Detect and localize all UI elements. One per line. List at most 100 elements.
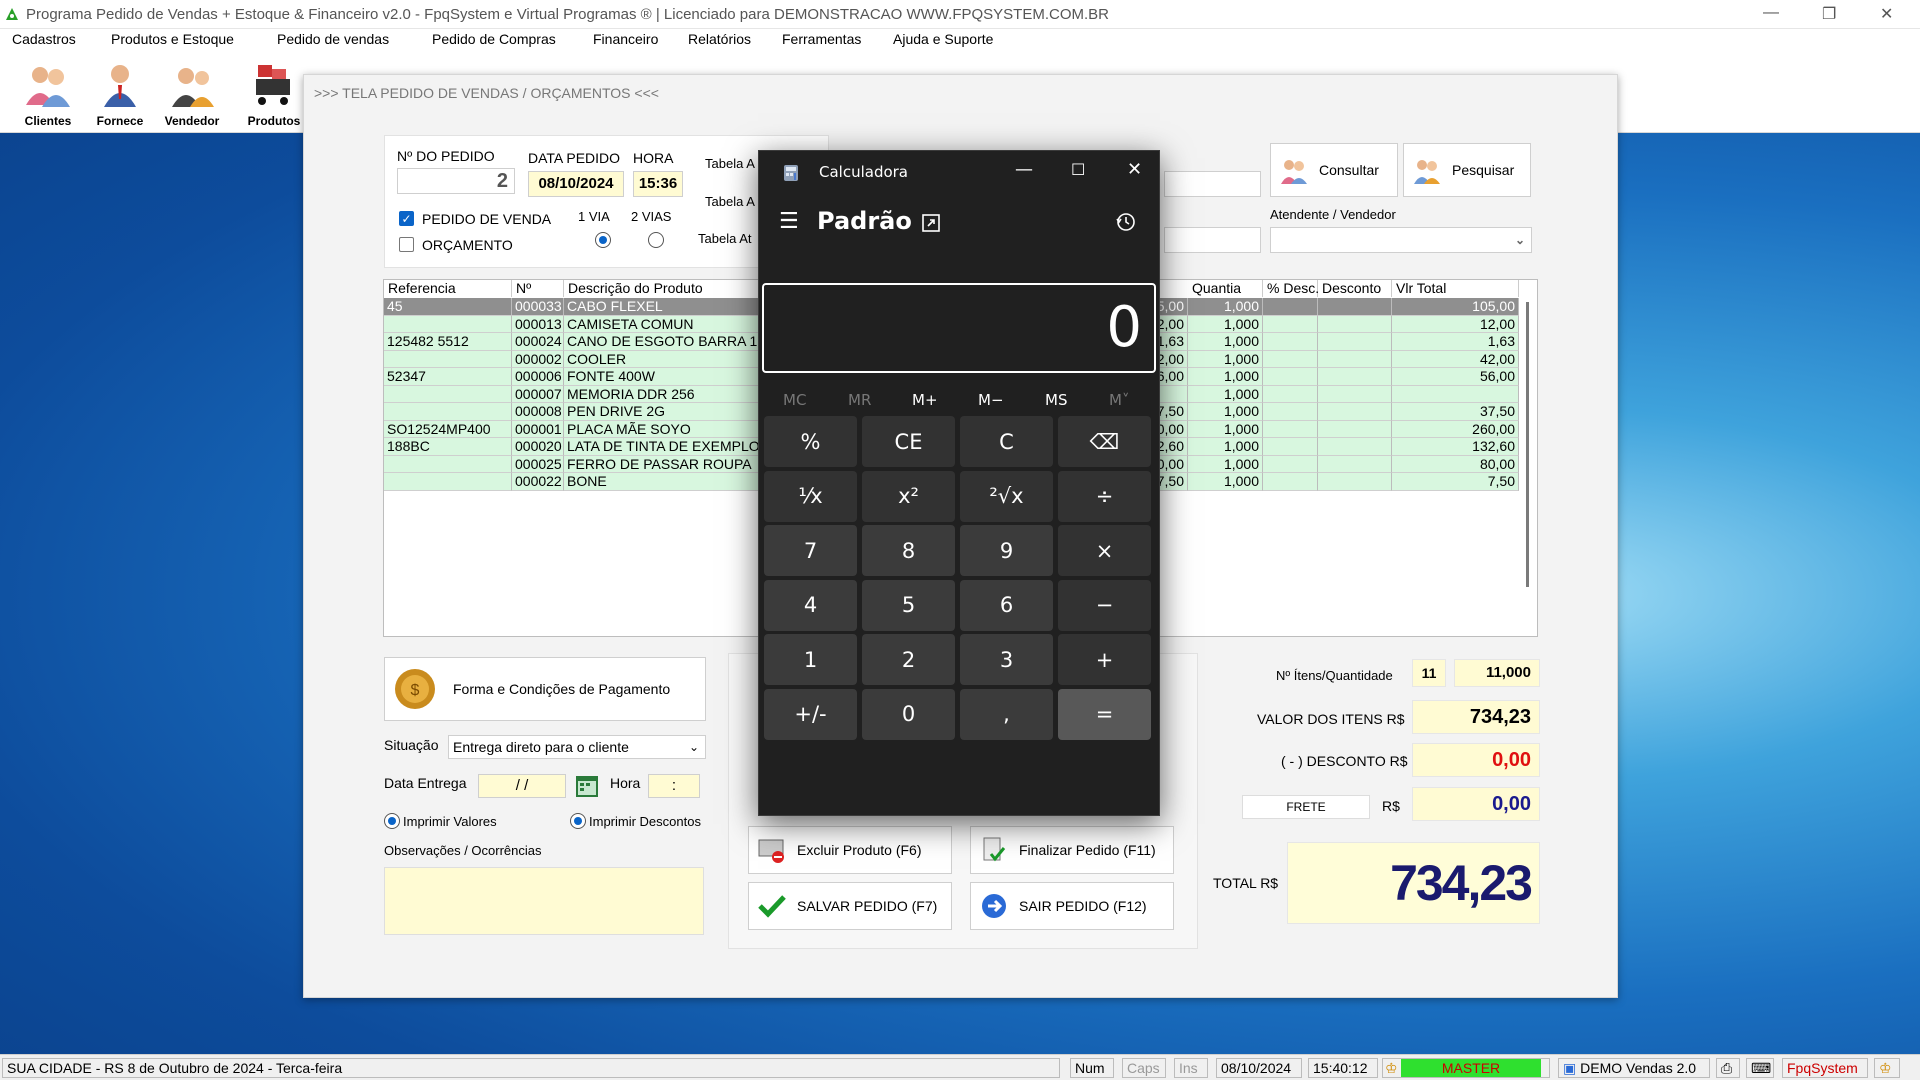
cell-qty: 1,000 (1188, 298, 1263, 316)
cell-num: 000006 (512, 368, 564, 386)
mem-clear-button[interactable]: MC (783, 391, 806, 409)
restore-icon[interactable]: ❐ (1822, 4, 1836, 24)
calc-key-3[interactable]: 3 (960, 634, 1053, 685)
col-desc-percent[interactable]: % Desc. (1263, 280, 1319, 297)
col-referencia[interactable]: Referencia (384, 280, 512, 297)
sair-pedido-button[interactable]: SAIR PEDIDO (F12) (970, 882, 1174, 930)
toolbar-vendedor-button[interactable]: Vendedor (158, 59, 226, 133)
calc-key-square[interactable]: x² (862, 470, 955, 522)
calc-key-7[interactable]: 7 (764, 525, 857, 576)
coins-icon: $ (395, 669, 435, 709)
menu-relatorios[interactable]: Relatórios (688, 31, 751, 47)
menu-financeiro[interactable]: Financeiro (593, 31, 658, 47)
data-pedido-field[interactable]: 08/10/2024 (528, 171, 624, 197)
col-descricao[interactable]: Descrição do Produto (564, 280, 764, 297)
cell-d2 (1318, 473, 1392, 491)
client-field-2[interactable] (1164, 227, 1261, 253)
cell-ref: 52347 (384, 368, 512, 386)
calendar-icon[interactable] (574, 773, 600, 799)
server-icon: ▣ (1563, 1060, 1581, 1076)
salvar-pedido-button[interactable]: SALVAR PEDIDO (F7) (748, 882, 952, 930)
mem-subtract-button[interactable]: M− (978, 391, 1004, 409)
calc-key-1[interactable]: 1 (764, 634, 857, 685)
hora-field[interactable]: 15:36 (633, 171, 683, 197)
orcamento-checkbox[interactable] (399, 237, 414, 252)
calc-close-icon[interactable]: ✕ (1127, 159, 1142, 180)
cell-d1 (1263, 385, 1318, 403)
minimize-icon[interactable]: — (1763, 4, 1779, 22)
col-vlr-total[interactable]: Vlr Total (1392, 280, 1519, 297)
calc-key-plus[interactable]: + (1058, 634, 1151, 685)
grid-scrollbar[interactable] (1526, 302, 1529, 587)
calc-key-0[interactable]: 0 (862, 688, 955, 740)
situacao-select[interactable]: Entrega direto para o cliente ⌄ (448, 735, 706, 759)
user-icon: ♔ (1385, 1060, 1398, 1076)
menu-pedido-vendas[interactable]: Pedido de vendas (277, 31, 389, 47)
mem-recall-button[interactable]: MR (848, 391, 871, 409)
imprimir-valores-radio[interactable] (384, 813, 400, 829)
calc-key-ce[interactable]: CE (862, 416, 955, 467)
pesquisar-button[interactable]: Pesquisar (1403, 143, 1531, 197)
calc-key-divide[interactable]: ÷ (1058, 470, 1151, 522)
calc-key-negate[interactable]: +/- (764, 688, 857, 740)
history-icon[interactable] (1115, 211, 1137, 233)
excluir-produto-button[interactable]: Excluir Produto (F6) (748, 826, 952, 874)
calc-minimize-icon[interactable]: — (1015, 159, 1033, 180)
pagamento-button[interactable]: $ Forma e Condições de Pagamento (384, 657, 706, 721)
printer-icon[interactable]: ⎙ (1716, 1058, 1740, 1078)
imprimir-descontos-radio[interactable] (570, 813, 586, 829)
cell-d1 (1263, 298, 1318, 316)
cell-num: 000008 (512, 403, 564, 421)
calc-key-minus[interactable]: − (1058, 579, 1151, 631)
mem-list-button[interactable]: M˅ (1109, 391, 1129, 409)
col-numero[interactable]: Nº (512, 280, 564, 297)
calc-key-backspace[interactable]: ⌫ (1058, 416, 1151, 467)
cell-qty: 1,000 (1188, 315, 1263, 333)
menu-produtos-estoque[interactable]: Produtos e Estoque (111, 31, 234, 47)
via1-radio[interactable] (595, 232, 611, 248)
pedido-venda-checkbox[interactable]: ✓ (399, 211, 414, 226)
close-icon[interactable]: ✕ (1880, 4, 1893, 24)
menu-pedido-compras[interactable]: Pedido de Compras (432, 31, 556, 47)
calc-maximize-icon[interactable]: ☐ (1071, 160, 1085, 179)
frete-button[interactable]: FRETE (1242, 795, 1370, 819)
finalizar-pedido-button[interactable]: Finalizar Pedido (F11) (970, 826, 1174, 874)
vias2-radio[interactable] (648, 232, 664, 248)
toolbar-produtos-button[interactable]: Produtos (240, 59, 308, 133)
calc-key-multiply[interactable]: × (1058, 525, 1151, 576)
calc-key-6[interactable]: 6 (960, 579, 1053, 631)
display-value: 0 (1106, 295, 1142, 360)
pedido-number-field[interactable]: 2 (397, 168, 515, 194)
mem-add-button[interactable]: M+ (912, 391, 938, 409)
calc-key-8[interactable]: 8 (862, 525, 955, 576)
calc-key-equals[interactable]: = (1058, 688, 1151, 740)
orcamento-label: ORÇAMENTO (422, 237, 513, 253)
calc-key-percent[interactable]: % (764, 416, 857, 467)
col-desconto[interactable]: Desconto (1318, 280, 1392, 297)
calc-key-2[interactable]: 2 (862, 634, 955, 685)
data-entrega-field[interactable]: / / (478, 774, 566, 798)
calc-key-c[interactable]: C (960, 416, 1053, 467)
col-quantia[interactable]: Quantia (1188, 280, 1263, 297)
consultar-button[interactable]: Consultar (1270, 143, 1398, 197)
atendente-select[interactable]: ⌄ (1270, 227, 1532, 253)
keep-on-top-icon[interactable] (921, 213, 941, 233)
menu-ferramentas[interactable]: Ferramentas (782, 31, 861, 47)
menu-cadastros[interactable]: Cadastros (12, 31, 76, 47)
calc-key-reciprocal[interactable]: ¹⁄x (764, 470, 857, 522)
calc-key-4[interactable]: 4 (764, 579, 857, 631)
mem-store-button[interactable]: MS (1045, 391, 1067, 409)
obs-textarea[interactable] (384, 867, 704, 935)
toolbar-clientes-button[interactable]: Clientes (14, 59, 82, 133)
client-field[interactable] (1164, 171, 1261, 197)
hora-entrega-field[interactable]: : (648, 774, 700, 798)
calc-key-decimal[interactable]: , (960, 688, 1053, 740)
menu-ajuda-suporte[interactable]: Ajuda e Suporte (893, 31, 993, 47)
keyboard-icon[interactable]: ⌨ (1746, 1058, 1774, 1078)
calc-key-5[interactable]: 5 (862, 579, 955, 631)
calc-key-9[interactable]: 9 (960, 525, 1053, 576)
hamburger-menu-icon[interactable]: ☰ (779, 209, 799, 234)
calc-key-sqrt[interactable]: ²√x (960, 470, 1053, 522)
cell-total: 80,00 (1392, 455, 1519, 473)
toolbar-fornece-button[interactable]: Fornece (86, 59, 154, 133)
